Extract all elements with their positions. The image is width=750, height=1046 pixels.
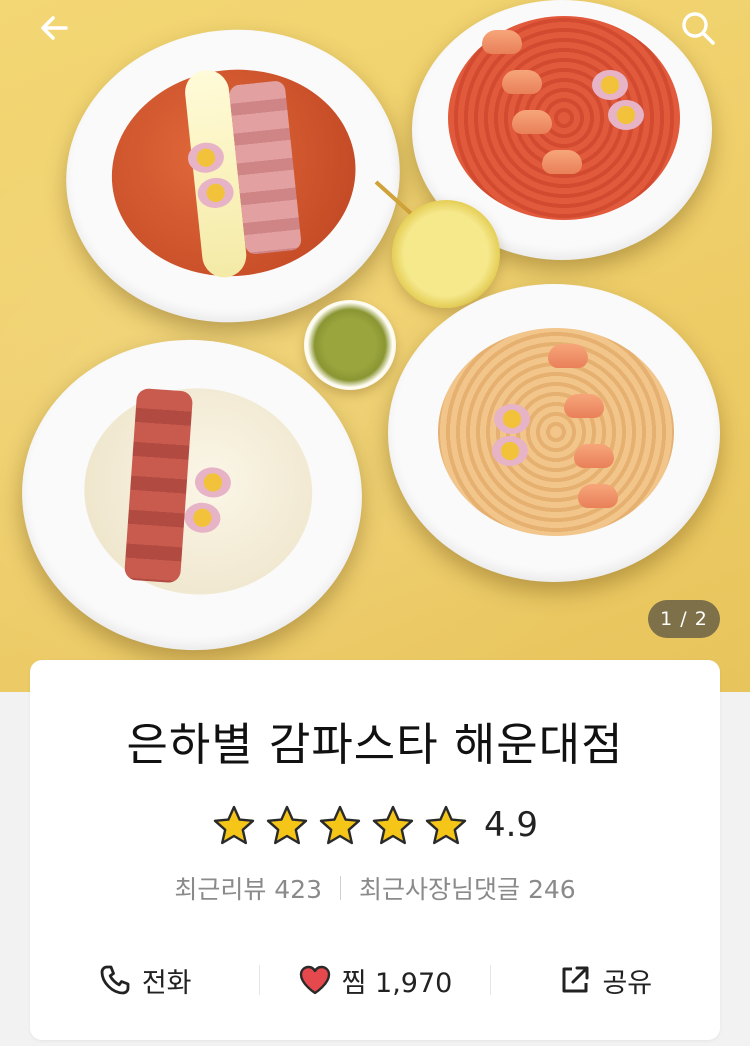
- pickle-bowl: [304, 300, 396, 390]
- owner-replies-link[interactable]: 최근사장님댓글 246: [359, 870, 576, 906]
- store-detail-page: 1 / 2 은하별 감파스타 해운대점 4.9 최근리뷰 423 최근사장님댓글…: [0, 0, 750, 1046]
- shrimp: [548, 344, 588, 368]
- wishlist-button[interactable]: 찜 1,970: [260, 956, 489, 1004]
- call-button[interactable]: 전화: [30, 956, 259, 1004]
- star-icon: [425, 805, 467, 845]
- star-icon: [372, 805, 414, 845]
- shrimp: [512, 110, 552, 134]
- star-icon: [213, 805, 255, 845]
- shrimp: [578, 484, 618, 508]
- recent-reviews-link[interactable]: 최근리뷰 423: [174, 870, 322, 906]
- shrimp-rose-pasta-plate: [388, 284, 720, 582]
- quail-egg: [492, 436, 528, 466]
- call-label: 전화: [141, 967, 192, 999]
- star-icon: [319, 805, 361, 845]
- wishlist-label: 찜 1,970: [341, 967, 453, 999]
- action-bar: 전화 찜 1,970 공유: [30, 956, 720, 1004]
- arrow-left-icon: [41, 16, 68, 40]
- shrimp: [502, 70, 542, 94]
- review-counts: 최근리뷰 423 최근사장님댓글 246: [30, 870, 720, 906]
- rating-value: 4.9: [483, 805, 539, 845]
- star-icon: [266, 805, 308, 845]
- store-name: 은하별 감파스타 해운대점: [126, 718, 624, 771]
- phone-icon: [100, 965, 130, 995]
- star-rating: [212, 804, 468, 846]
- back-button[interactable]: [30, 6, 78, 50]
- shrimp: [564, 394, 604, 418]
- share-button[interactable]: 공유: [491, 956, 720, 1004]
- shrimp: [574, 444, 614, 468]
- drink-glass: [392, 200, 500, 308]
- quail-egg: [608, 100, 644, 130]
- photo-page-indicator: 1 / 2: [648, 600, 720, 638]
- divider: [340, 876, 341, 900]
- search-button[interactable]: [674, 6, 722, 50]
- quail-egg: [592, 70, 628, 100]
- share-icon: [562, 966, 589, 993]
- food-photo-carousel[interactable]: 1 / 2: [0, 0, 750, 692]
- share-label: 공유: [602, 967, 653, 999]
- rating-row[interactable]: 4.9: [30, 800, 720, 850]
- store-info-card: 은하별 감파스타 해운대점 4.9 최근리뷰 423 최근사장님댓글 246 전…: [30, 660, 720, 1040]
- shrimp: [482, 30, 522, 54]
- shrimp: [542, 150, 582, 174]
- search-icon: [682, 12, 715, 45]
- heart-icon: [299, 965, 330, 995]
- quail-egg: [494, 404, 530, 434]
